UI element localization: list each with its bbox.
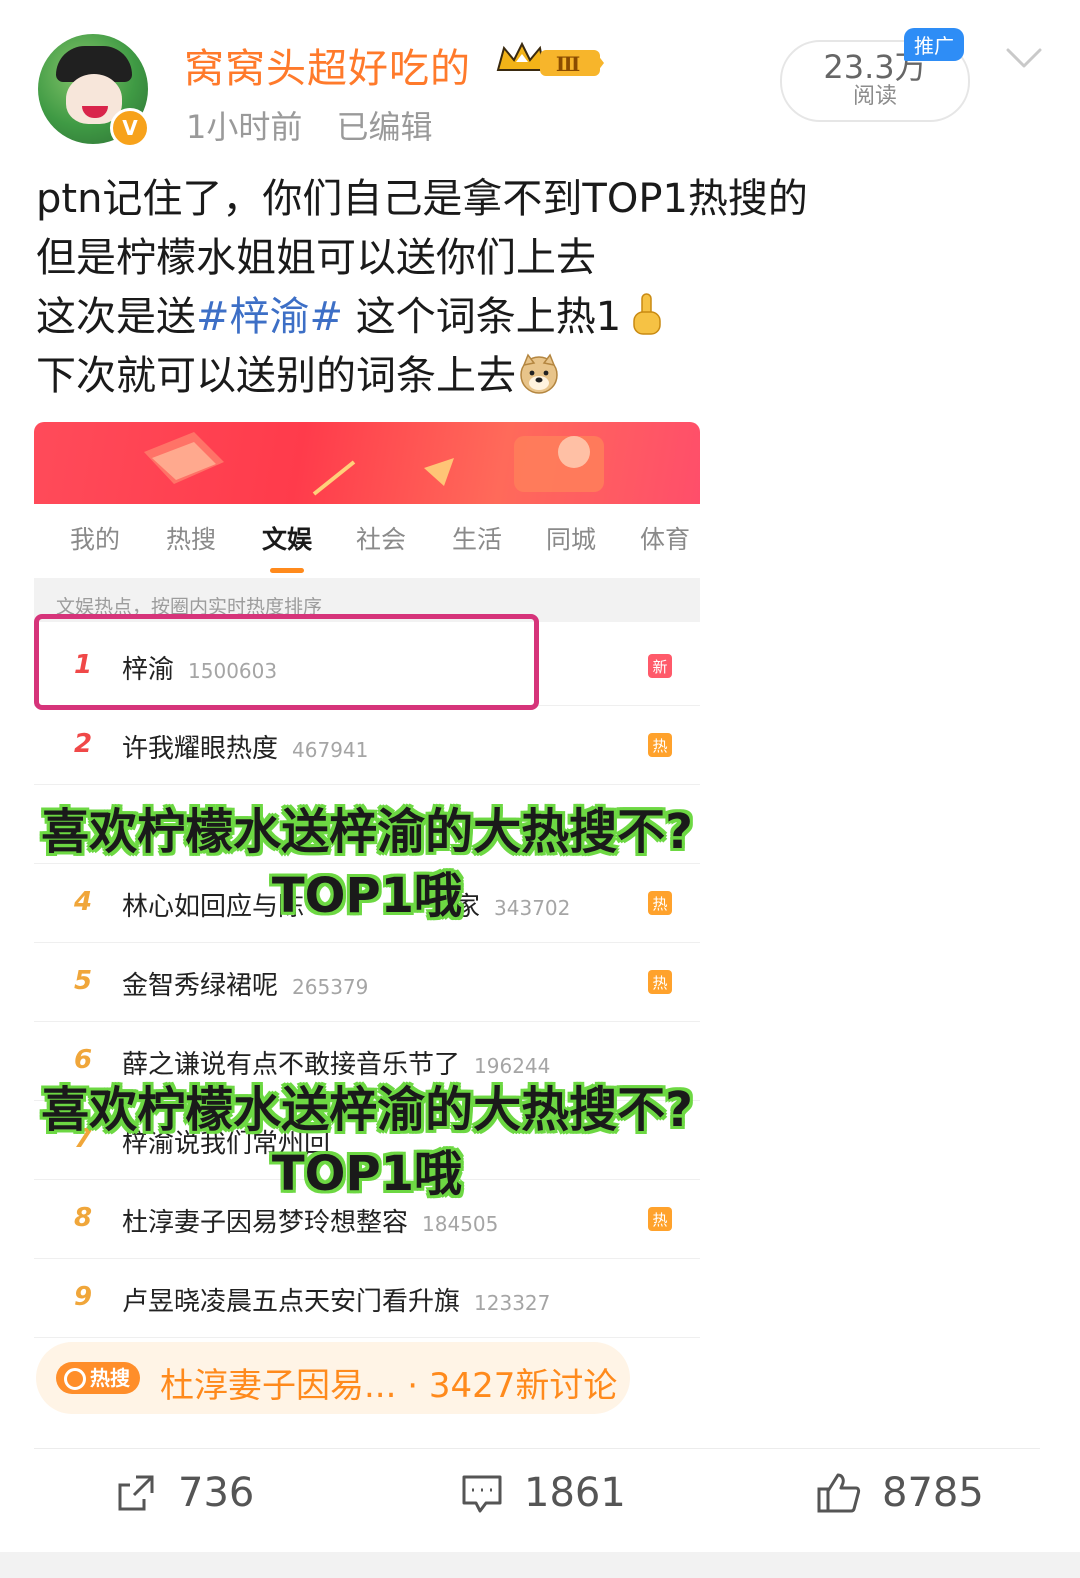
comment-count: 1861 — [524, 1470, 626, 1516]
share-count: 736 — [178, 1470, 255, 1516]
hot-badge: 热 — [648, 733, 672, 757]
overlay-caption-1: 喜欢柠檬水送梓渝的大热搜不? — [41, 804, 693, 860]
overlay-caption-4: TOP1哦 — [271, 1146, 463, 1202]
hot-badge: 热 — [648, 1207, 672, 1231]
search-icon — [64, 1368, 86, 1390]
chevron-down-icon[interactable] — [1004, 40, 1044, 74]
heat-count: 184505 — [422, 1212, 499, 1236]
hashtag-link[interactable]: #梓渝# — [196, 294, 343, 340]
heat-count: 467941 — [292, 738, 369, 762]
tab-sports[interactable]: 体育 — [640, 520, 690, 556]
post-line-4: 下次就可以送别的词条上去 — [36, 347, 1046, 406]
tab-mine[interactable]: 我的 — [70, 520, 120, 556]
tab-entertainment[interactable]: 文娱 — [262, 520, 312, 556]
post-text: ptn记住了，你们自己是拿不到TOP1热搜的 但是柠檬水姐姐可以送你们上去 这次… — [36, 170, 1046, 406]
svg-text:Ⅲ: Ⅲ — [556, 52, 580, 76]
post-line-3-suffix: 这个词条上热1 — [343, 294, 622, 340]
thumbs-up-icon — [817, 1473, 861, 1513]
active-tab-indicator — [270, 568, 304, 573]
tab-hot[interactable]: 热搜 — [166, 520, 216, 556]
like-count: 8785 — [882, 1470, 984, 1516]
hot-search-label: 热搜 — [56, 1362, 140, 1394]
rank-number: 9 — [74, 1282, 93, 1312]
comment-icon — [462, 1475, 502, 1513]
list-item[interactable]: 9 卢昱晓凌晨五点天安门看升旗 123327 — [34, 1258, 700, 1338]
post-line-4-text: 下次就可以送别的词条上去 — [36, 353, 516, 399]
heat-count: 123327 — [474, 1291, 551, 1315]
bottom-separator — [0, 1552, 1080, 1578]
post-line-3-prefix: 这次是送 — [36, 294, 196, 340]
list-item[interactable]: 5 金智秀绿裙呢 265379 热 — [34, 942, 700, 1022]
topic-title: 杜淳妻子因易梦玲想整容 184505 — [122, 1208, 499, 1238]
post-header: V 窝窝头超好吃的 Ⅲ 1小时前 已编辑 23.3万 阅读 推广 — [0, 0, 1080, 160]
share-button[interactable]: 736 — [114, 1470, 254, 1516]
highlight-box — [34, 614, 539, 710]
topic-title: 许我耀眼热度 467941 — [122, 734, 369, 764]
like-button[interactable]: 8785 — [816, 1470, 984, 1516]
embedded-hot-search-screenshot[interactable]: 我的 热搜 文娱 社会 生活 同城 体育 文娱热点，按圈内实时热度排序 1 梓渝… — [34, 422, 700, 1342]
level-crown-icon[interactable]: Ⅲ — [496, 40, 606, 82]
verified-badge-icon: V — [110, 108, 150, 148]
hot-search-banner — [34, 422, 700, 504]
topic-title: 卢昱晓凌晨五点天安门看升旗 123327 — [122, 1287, 551, 1317]
rank-number: 5 — [74, 966, 93, 996]
comment-button[interactable]: 1861 — [460, 1470, 626, 1516]
doge-emoji-icon — [520, 353, 558, 394]
post-meta: 1小时前 已编辑 — [186, 102, 433, 148]
post-edited: 已编辑 — [336, 108, 433, 146]
share-icon — [118, 1475, 154, 1511]
category-tabs: 我的 热搜 文娱 社会 生活 同城 体育 — [34, 520, 700, 580]
promo-badge: 推广 — [904, 28, 964, 61]
trending-topic-link[interactable]: 热搜 杜淳妻子因易... · 3427新讨论 — [36, 1342, 630, 1414]
banner-decoration — [144, 432, 604, 496]
pointing-up-emoji-icon — [633, 293, 661, 335]
new-badge: 新 — [648, 654, 672, 678]
rank-number: 2 — [74, 729, 93, 759]
tab-local[interactable]: 同城 — [546, 520, 596, 556]
action-bar: 736 1861 8785 — [0, 1470, 1080, 1540]
read-count-label: 阅读 — [852, 84, 897, 109]
heat-count: 265379 — [292, 975, 369, 999]
tab-life[interactable]: 生活 — [452, 520, 502, 556]
hot-badge: 热 — [648, 970, 672, 994]
divider — [34, 1448, 1040, 1449]
overlay-caption-3: 喜欢柠檬水送梓渝的大热搜不? — [41, 1082, 693, 1138]
topic-title: 金智秀绿裙呢 265379 — [122, 971, 369, 1001]
trending-topic-text: 杜淳妻子因易... · 3427新讨论 — [160, 1366, 618, 1406]
list-item[interactable]: 2 许我耀眼热度 467941 热 — [34, 705, 700, 785]
post-line-1: ptn记住了，你们自己是拿不到TOP1热搜的 — [36, 176, 808, 222]
post-line-3: 这次是送#梓渝# 这个词条上热1 — [36, 288, 1046, 347]
post-time: 1小时前 — [186, 108, 303, 146]
username[interactable]: 窝窝头超好吃的 — [184, 36, 471, 94]
overlay-caption-2: TOP1哦 — [271, 868, 463, 924]
post-line-2: 但是柠檬水姐姐可以送你们上去 — [36, 235, 596, 281]
rank-number: 8 — [74, 1203, 93, 1233]
tab-society[interactable]: 社会 — [356, 520, 406, 556]
